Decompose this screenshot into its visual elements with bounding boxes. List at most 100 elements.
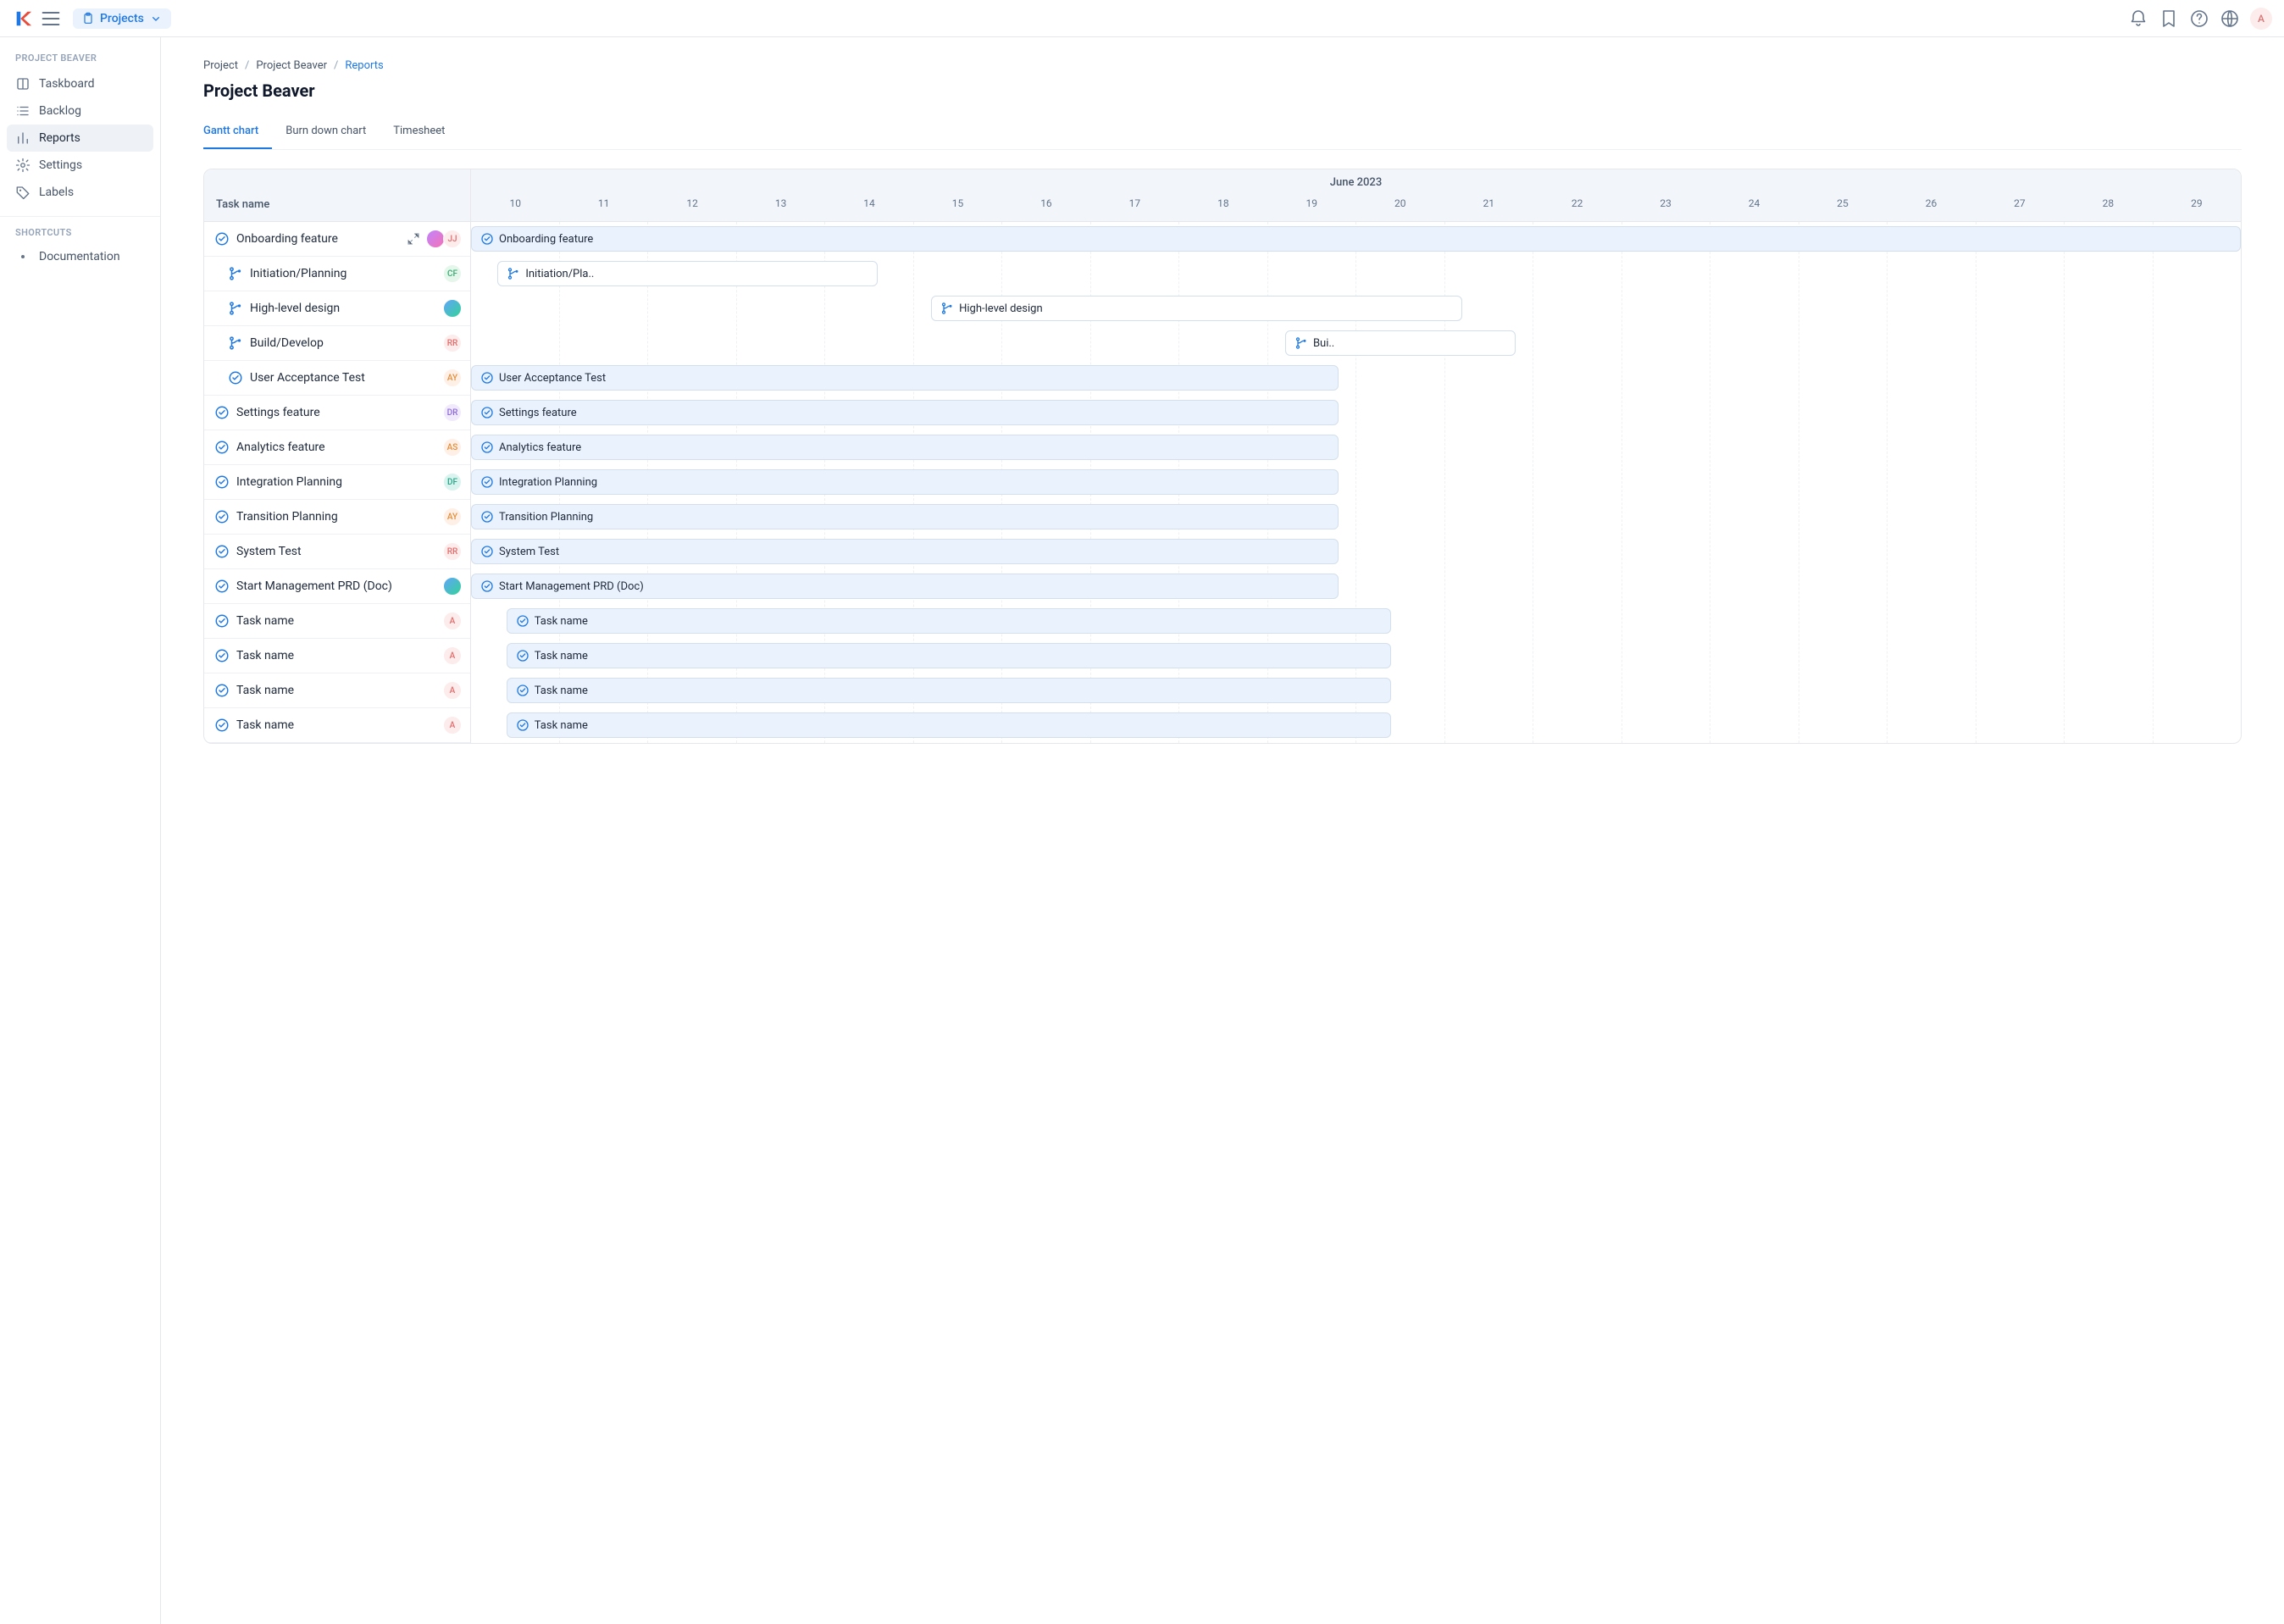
gantt-bar[interactable]: Transition Planning: [471, 504, 1339, 529]
gantt-day-header: 13: [736, 194, 824, 218]
check-icon: [228, 370, 243, 385]
task-assignees: A: [445, 612, 462, 630]
expand-icon[interactable]: [406, 231, 421, 247]
gantt-bar[interactable]: Analytics feature: [471, 435, 1339, 460]
assignee-avatar[interactable]: JJ: [443, 230, 462, 248]
shortcut-item[interactable]: Documentation: [7, 245, 153, 269]
gantt-bar-row: High-level design: [471, 291, 2241, 326]
gantt-bar[interactable]: Initiation/Pla..: [497, 261, 878, 286]
assignee-avatar[interactable]: DR: [443, 403, 462, 422]
check-icon: [214, 440, 230, 455]
gantt-bar-row: Integration Planning: [471, 465, 2241, 500]
gantt-day-header: 20: [1356, 194, 1444, 218]
task-row[interactable]: Build/DevelopRR: [204, 326, 470, 361]
assignee-avatar[interactable]: CF: [443, 264, 462, 283]
assignee-avatar[interactable]: RR: [443, 334, 462, 352]
sidebar-item-backlog[interactable]: Backlog: [7, 97, 153, 125]
breadcrumb-item[interactable]: Project Beaver: [256, 59, 327, 72]
task-row[interactable]: Task nameA: [204, 604, 470, 639]
user-avatar[interactable]: A: [2250, 8, 2272, 30]
task-row[interactable]: Initiation/PlanningCF: [204, 257, 470, 291]
gantt-bar[interactable]: High-level design: [931, 296, 1462, 321]
assignee-avatar[interactable]: [426, 230, 445, 248]
gantt-month-label: June 2023: [471, 169, 2241, 194]
tag-icon: [15, 185, 30, 200]
gantt-bar-row: Bui..: [471, 326, 2241, 361]
task-row[interactable]: High-level design: [204, 291, 470, 326]
gantt-bar-label: Integration Planning: [499, 476, 597, 489]
task-assignees: A: [445, 646, 462, 665]
gantt-bar[interactable]: Start Management PRD (Doc): [471, 574, 1339, 599]
task-row[interactable]: Onboarding featureJJ: [204, 222, 470, 257]
task-row[interactable]: Integration PlanningDF: [204, 465, 470, 500]
task-row[interactable]: Start Management PRD (Doc): [204, 569, 470, 604]
assignee-avatar[interactable]: A: [443, 681, 462, 700]
bar-chart-icon: [15, 130, 30, 146]
gantt-day-header: 18: [1179, 194, 1267, 218]
project-switcher[interactable]: Projects: [73, 8, 171, 29]
gantt-bar-label: Task name: [535, 615, 588, 628]
check-icon: [516, 649, 529, 662]
task-row[interactable]: System TestRR: [204, 535, 470, 569]
sidebar-item-settings[interactable]: Settings: [7, 152, 153, 179]
sidebar-item-reports[interactable]: Reports: [7, 125, 153, 152]
shortcuts-heading: SHORTCUTS: [7, 227, 153, 245]
assignee-avatar[interactable]: DF: [443, 473, 462, 491]
menu-toggle-icon[interactable]: [39, 7, 63, 30]
check-icon: [480, 510, 494, 524]
task-row[interactable]: Task nameA: [204, 673, 470, 708]
gantt-bar[interactable]: Task name: [507, 608, 1392, 634]
gantt-day-header: 14: [825, 194, 913, 218]
task-row[interactable]: Task nameA: [204, 639, 470, 673]
sidebar-item-taskboard[interactable]: Taskboard: [7, 70, 153, 97]
check-icon: [214, 231, 230, 247]
tab-gantt-chart[interactable]: Gantt chart: [203, 118, 272, 149]
branch-icon: [228, 266, 243, 281]
globe-icon[interactable]: [2220, 8, 2240, 29]
assignee-avatar[interactable]: AY: [443, 369, 462, 387]
app-logo[interactable]: [12, 8, 34, 30]
gantt-bar[interactable]: Onboarding feature: [471, 226, 2241, 252]
gantt-bar[interactable]: Settings feature: [471, 400, 1339, 425]
tab-timesheet[interactable]: Timesheet: [393, 118, 458, 149]
task-assignees: AY: [445, 369, 462, 387]
task-row[interactable]: Analytics featureAS: [204, 430, 470, 465]
task-assignees: CF: [445, 264, 462, 283]
sidebar-item-labels[interactable]: Labels: [7, 179, 153, 206]
breadcrumb-current[interactable]: Reports: [345, 59, 383, 72]
assignee-avatar[interactable]: [443, 577, 462, 596]
gantt-bar[interactable]: Task name: [507, 678, 1392, 703]
gantt-bar-row: Start Management PRD (Doc): [471, 569, 2241, 604]
assignee-avatar[interactable]: AS: [443, 438, 462, 457]
assignee-avatar[interactable]: A: [443, 612, 462, 630]
task-row[interactable]: User Acceptance TestAY: [204, 361, 470, 396]
gantt-day-header: 24: [1710, 194, 1798, 218]
gantt-bar-row: Initiation/Pla..: [471, 257, 2241, 291]
gantt-bar[interactable]: Task name: [507, 712, 1392, 738]
tab-burn-down-chart[interactable]: Burn down chart: [286, 118, 380, 149]
notifications-icon[interactable]: [2128, 8, 2148, 29]
breadcrumb-item[interactable]: Project: [203, 59, 238, 72]
gantt-bar[interactable]: User Acceptance Test: [471, 365, 1339, 391]
task-row[interactable]: Task nameA: [204, 708, 470, 743]
gantt-bar-row: Task name: [471, 639, 2241, 673]
assignee-avatar[interactable]: A: [443, 716, 462, 734]
check-icon: [480, 232, 494, 246]
task-name: Task name: [236, 614, 445, 628]
task-name: Transition Planning: [236, 510, 445, 524]
gantt-bar[interactable]: Bui..: [1285, 330, 1516, 356]
gantt-bar-label: High-level design: [959, 302, 1043, 315]
gantt-bar[interactable]: System Test: [471, 539, 1339, 564]
task-row[interactable]: Transition PlanningAY: [204, 500, 470, 535]
task-name: Settings feature: [236, 406, 445, 419]
assignee-avatar[interactable]: A: [443, 646, 462, 665]
help-icon[interactable]: [2189, 8, 2209, 29]
sidebar-divider: [0, 216, 160, 217]
gantt-bar[interactable]: Integration Planning: [471, 469, 1339, 495]
gantt-bar[interactable]: Task name: [507, 643, 1392, 668]
bookmark-icon[interactable]: [2159, 8, 2179, 29]
assignee-avatar[interactable]: [443, 299, 462, 318]
assignee-avatar[interactable]: AY: [443, 507, 462, 526]
task-row[interactable]: Settings featureDR: [204, 396, 470, 430]
assignee-avatar[interactable]: RR: [443, 542, 462, 561]
